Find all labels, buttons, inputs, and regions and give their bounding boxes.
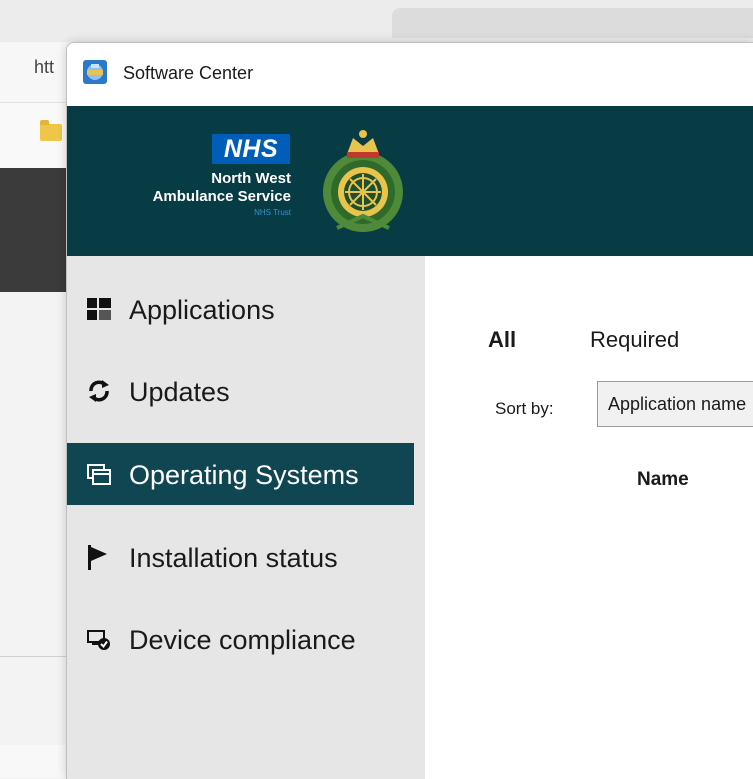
title-bar[interactable]: Software Center bbox=[67, 43, 753, 106]
sort-dropdown[interactable]: Application name bbox=[597, 381, 753, 427]
org-banner: NHS North West Ambulance Service NHS Tru… bbox=[67, 106, 753, 256]
browser-content-dark bbox=[0, 168, 72, 292]
sidebar-item-device-compliance[interactable]: Device compliance bbox=[67, 608, 414, 670]
tab-required[interactable]: Required bbox=[590, 327, 679, 353]
main-content: All Required Sort by: Application name N… bbox=[425, 256, 753, 779]
software-center-app-icon bbox=[83, 60, 107, 84]
windows-stack-icon bbox=[87, 464, 111, 485]
refresh-icon bbox=[89, 380, 109, 402]
nhs-logo: NHS bbox=[212, 134, 290, 164]
sidebar-item-label: Updates bbox=[129, 377, 230, 407]
sidebar: Applications Updates Operating Systems I… bbox=[67, 256, 425, 779]
flag-icon bbox=[88, 545, 107, 570]
browser-tab[interactable] bbox=[392, 8, 753, 38]
sort-selected-value: Application name bbox=[608, 394, 747, 414]
software-center-window: Software Center NHS North West Ambulance… bbox=[66, 42, 753, 779]
org-suffix: NHS Trust bbox=[254, 208, 291, 217]
sidebar-item-installation-status[interactable]: Installation status bbox=[67, 526, 414, 588]
device-compliance-icon bbox=[87, 630, 110, 650]
sort-label: Sort by: bbox=[495, 399, 554, 418]
org-name-line1: North West bbox=[211, 170, 291, 187]
bookmark-folder-icon[interactable] bbox=[40, 120, 62, 141]
sidebar-item-label: Operating Systems bbox=[129, 460, 359, 490]
ambulance-service-crest-icon bbox=[323, 130, 403, 232]
sidebar-item-applications[interactable]: Applications bbox=[67, 278, 414, 340]
sidebar-item-label: Installation status bbox=[129, 543, 338, 573]
tab-all[interactable]: All bbox=[488, 327, 516, 353]
browser-url-text[interactable]: htt bbox=[34, 57, 54, 78]
applications-grid-icon bbox=[87, 298, 111, 320]
browser-divider bbox=[0, 656, 72, 657]
window-title: Software Center bbox=[123, 63, 254, 83]
browser-content-lower bbox=[0, 292, 72, 778]
sidebar-item-label: Device compliance bbox=[129, 625, 356, 655]
column-header-name[interactable]: Name bbox=[637, 469, 689, 491]
sidebar-item-updates[interactable]: Updates bbox=[67, 360, 414, 422]
sidebar-item-operating-systems[interactable]: Operating Systems bbox=[67, 443, 414, 505]
browser-content-bottom bbox=[0, 745, 72, 778]
sidebar-item-label: Applications bbox=[129, 295, 275, 325]
org-name-line2: Ambulance Service bbox=[152, 188, 291, 205]
